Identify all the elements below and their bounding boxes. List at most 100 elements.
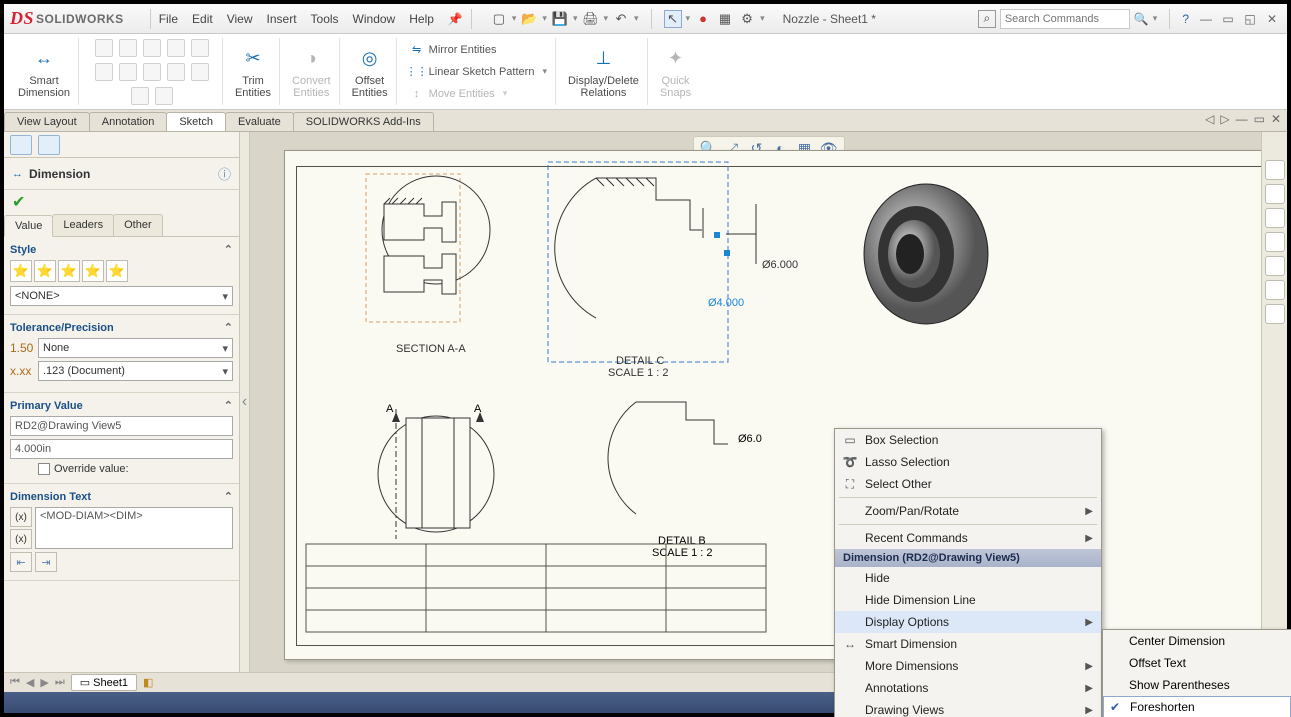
ctx-display-options[interactable]: Display Options▶ [835, 611, 1101, 633]
ctx-hide[interactable]: Hide [835, 567, 1101, 589]
sheet-tab-1[interactable]: ▭Sheet1 [71, 674, 137, 691]
trim-entities-button[interactable]: ✂ Trim Entities [227, 38, 280, 105]
search-hub-icon[interactable]: ⌕ [978, 10, 996, 28]
sheet-nav-first-icon[interactable]: ⏮ [10, 676, 20, 689]
justify-left-icon[interactable]: ⇤ [10, 552, 32, 572]
tab-annotation[interactable]: Annotation [89, 112, 168, 131]
subtab-other[interactable]: Other [113, 214, 163, 236]
ctx-zoom-pan-rotate[interactable]: Zoom/Pan/Rotate▶ [835, 500, 1101, 522]
sub-foreshorten[interactable]: ✔Foreshorten [1103, 696, 1291, 717]
select-icon[interactable]: ↖ [664, 10, 682, 28]
menu-tools[interactable]: Tools [311, 12, 339, 26]
ctx-lasso-selection[interactable]: ➰Lasso Selection [835, 451, 1101, 473]
ctx-drawing-views[interactable]: Drawing Views▶ [835, 699, 1101, 717]
menu-pin-icon[interactable]: 📌 [448, 12, 463, 26]
mdi-close-icon[interactable]: ✕ [1271, 112, 1281, 126]
drawing-canvas[interactable]: 🔍 ⤢ ↺ ◐ ▦ 👁 SECTION A-A [250, 132, 1287, 672]
menu-file[interactable]: File [159, 12, 178, 26]
override-checkbox[interactable]: Override value: [38, 463, 233, 475]
library-icon[interactable] [1265, 208, 1285, 228]
maximize-icon[interactable]: ◱ [1241, 10, 1259, 28]
menu-window[interactable]: Window [353, 12, 396, 26]
display-delete-relations-button[interactable]: ⊥ Display/Delete Relations [560, 38, 648, 105]
style-update-icon[interactable]: ⭐ [58, 260, 80, 282]
dimtext-pos1-icon[interactable]: (x) [10, 507, 32, 527]
menu-view[interactable]: View [227, 12, 253, 26]
options-icon[interactable]: ▦ [716, 10, 734, 28]
ctx-more-dimensions[interactable]: More Dimensions▶ [835, 655, 1101, 677]
search-icon[interactable]: 🔍 [1134, 12, 1149, 26]
rebuild-icon[interactable]: ● [694, 10, 712, 28]
precision-combo[interactable]: .123 (Document)▾ [38, 361, 233, 381]
collapse-icon[interactable]: ⌃ [224, 243, 233, 256]
save-icon[interactable]: 💾 [551, 10, 569, 28]
arc-icon[interactable] [167, 39, 185, 57]
primary-value-field[interactable]: 4.000in [10, 439, 233, 459]
ctx-select-other[interactable]: ⛶Select Other [835, 473, 1101, 495]
undo-icon[interactable]: ↶ [612, 10, 630, 28]
sub-show-parentheses[interactable]: Show Parentheses [1103, 674, 1291, 696]
collapse-icon[interactable]: ⌃ [224, 399, 233, 412]
dimtext-pos2-icon[interactable]: (x) [10, 529, 32, 549]
pm-help-icon[interactable]: ⓘ [218, 164, 231, 183]
settings-icon[interactable]: ⚙ [738, 10, 756, 28]
ctx-smart-dimension[interactable]: ↔Smart Dimension [835, 633, 1101, 655]
minimize-icon[interactable]: — [1197, 10, 1215, 28]
mdi-restore-icon[interactable]: ▭ [1254, 112, 1265, 126]
line-icon[interactable] [95, 39, 113, 57]
properties-icon[interactable] [1265, 280, 1285, 300]
subtab-value[interactable]: Value [4, 215, 53, 237]
forum-icon[interactable] [1265, 304, 1285, 324]
style-delete-icon[interactable]: ⭐ [82, 260, 104, 282]
tab-evaluate[interactable]: Evaluate [225, 112, 294, 131]
rect-icon[interactable] [119, 39, 137, 57]
style-combo[interactable]: <NONE>▾ [10, 286, 233, 306]
help-icon[interactable]: ? [1182, 12, 1189, 26]
tab-sketch[interactable]: Sketch [166, 112, 226, 131]
ctx-hide-dim-line[interactable]: Hide Dimension Line [835, 589, 1101, 611]
appearance-icon[interactable] [1265, 256, 1285, 276]
pm-ok-icon[interactable]: ✔ [4, 190, 239, 214]
pm-tab-feature-icon[interactable] [10, 135, 32, 155]
fillet-icon[interactable] [191, 63, 209, 81]
open-icon[interactable]: 📂 [520, 10, 538, 28]
add-sheet-icon[interactable]: ◧ [143, 676, 153, 689]
restore-icon[interactable]: ▭ [1219, 10, 1237, 28]
circle-icon[interactable] [143, 39, 161, 57]
style-save-icon[interactable]: ⭐ [106, 260, 128, 282]
search-input[interactable] [1000, 9, 1130, 29]
mdi-next-icon[interactable]: ▷ [1220, 112, 1229, 126]
menu-insert[interactable]: Insert [267, 12, 297, 26]
collapse-icon[interactable]: ⌃ [224, 490, 233, 503]
plane-icon[interactable] [155, 87, 173, 105]
explorer-icon[interactable] [1265, 232, 1285, 252]
spline-icon[interactable] [191, 39, 209, 57]
tab-view-layout[interactable]: View Layout [4, 112, 90, 131]
tolerance-combo[interactable]: None▾ [38, 338, 233, 358]
polygon-icon[interactable] [143, 63, 161, 81]
collapse-icon[interactable]: ⌃ [224, 321, 233, 334]
justify-right-icon[interactable]: ⇥ [35, 552, 57, 572]
sheet-nav-next-icon[interactable]: ▶ [40, 676, 48, 689]
slot-icon[interactable] [119, 63, 137, 81]
sub-offset-text[interactable]: Offset Text [1103, 652, 1291, 674]
menu-help[interactable]: Help [409, 12, 434, 26]
ctx-recent-commands[interactable]: Recent Commands▶ [835, 527, 1101, 549]
style-add-icon[interactable]: ⭐ [34, 260, 56, 282]
mdi-min-icon[interactable]: — [1236, 112, 1248, 126]
sidebar-splitter[interactable]: ‹ [240, 132, 250, 672]
linear-pattern-button[interactable]: ⋮⋮Linear Sketch Pattern▾ [409, 64, 547, 80]
mdi-prev-icon[interactable]: ◁ [1205, 112, 1214, 126]
tab-addins[interactable]: SOLIDWORKS Add-Ins [293, 112, 434, 131]
ctx-box-selection[interactable]: ▭Box Selection [835, 429, 1101, 451]
style-load-icon[interactable]: ⭐ [10, 260, 32, 282]
print-icon[interactable]: 🖨 [581, 10, 599, 28]
primary-name-field[interactable]: RD2@Drawing View5 [10, 416, 233, 436]
mirror-entities-button[interactable]: ⇋Mirror Entities [409, 42, 497, 58]
sheet-nav-prev-icon[interactable]: ◀ [26, 676, 34, 689]
point-icon[interactable] [95, 63, 113, 81]
menu-edit[interactable]: Edit [192, 12, 213, 26]
pm-tab-config-icon[interactable] [38, 135, 60, 155]
new-icon[interactable]: ▢ [490, 10, 508, 28]
close-icon[interactable]: ✕ [1263, 10, 1281, 28]
